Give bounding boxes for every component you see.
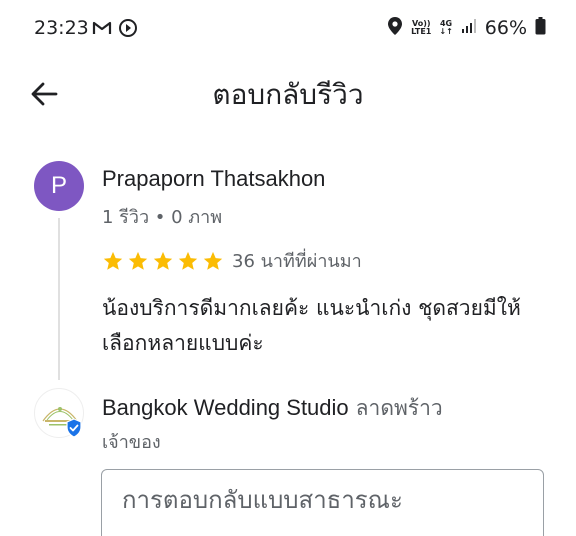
thread-line bbox=[58, 218, 60, 380]
star-icon bbox=[128, 251, 148, 270]
data-arrows-icon: ↓↑ bbox=[439, 27, 453, 36]
verified-badge-icon bbox=[64, 418, 84, 438]
star-icon bbox=[178, 251, 198, 270]
owner-location: ลาดพร้าว bbox=[355, 396, 443, 420]
reviewer-name[interactable]: Prapaporn Thatsakhon bbox=[102, 166, 325, 192]
avatar-letter: P bbox=[50, 172, 67, 199]
volte-icon: Vo)) LTE1 bbox=[411, 20, 431, 36]
owner-line: Bangkok Wedding Studio ลาดพร้าว bbox=[102, 392, 443, 425]
app-bar: ตอบกลับรีวิว bbox=[0, 58, 576, 130]
lte-label: LTE1 bbox=[411, 27, 432, 36]
star-icon bbox=[153, 251, 173, 270]
reply-box[interactable] bbox=[101, 469, 544, 536]
signal-icon bbox=[461, 18, 477, 38]
location-icon bbox=[387, 16, 403, 40]
star-icon bbox=[203, 251, 223, 270]
review-text: น้องบริการดีมากเลยค้ะ แนะนำเก่ง ชุดสวยมี… bbox=[102, 296, 521, 355]
page-title: ตอบกลับรีวิว bbox=[212, 78, 364, 111]
battery-percent: 66% bbox=[484, 17, 527, 39]
reviewer-avatar[interactable]: P bbox=[34, 161, 84, 211]
star-icon bbox=[103, 251, 123, 270]
network-icon: 4G ↓↑ bbox=[439, 20, 452, 36]
battery-icon bbox=[535, 17, 546, 39]
review-time: 36 นาทีที่ผ่านมา bbox=[232, 251, 362, 272]
reply-input[interactable] bbox=[122, 486, 522, 514]
owner-name: Bangkok Wedding Studio bbox=[102, 395, 349, 420]
status-right-icons: Vo)) LTE1 4G ↓↑ 66% bbox=[387, 16, 546, 40]
star-rating bbox=[102, 250, 224, 272]
status-bar: 23:23 Vo)) LTE1 4G ↓↑ 66% bbox=[0, 0, 576, 58]
reviewer-meta: 1 รีวิว • 0 ภาพ bbox=[102, 207, 223, 228]
rating-row: 36 นาทีที่ผ่านมา bbox=[102, 246, 362, 275]
owner-role: เจ้าของ bbox=[102, 432, 161, 453]
status-time: 23:23 bbox=[34, 17, 89, 39]
gmail-icon bbox=[92, 20, 112, 40]
timer-icon bbox=[118, 18, 138, 42]
status-left-icons bbox=[92, 18, 138, 42]
